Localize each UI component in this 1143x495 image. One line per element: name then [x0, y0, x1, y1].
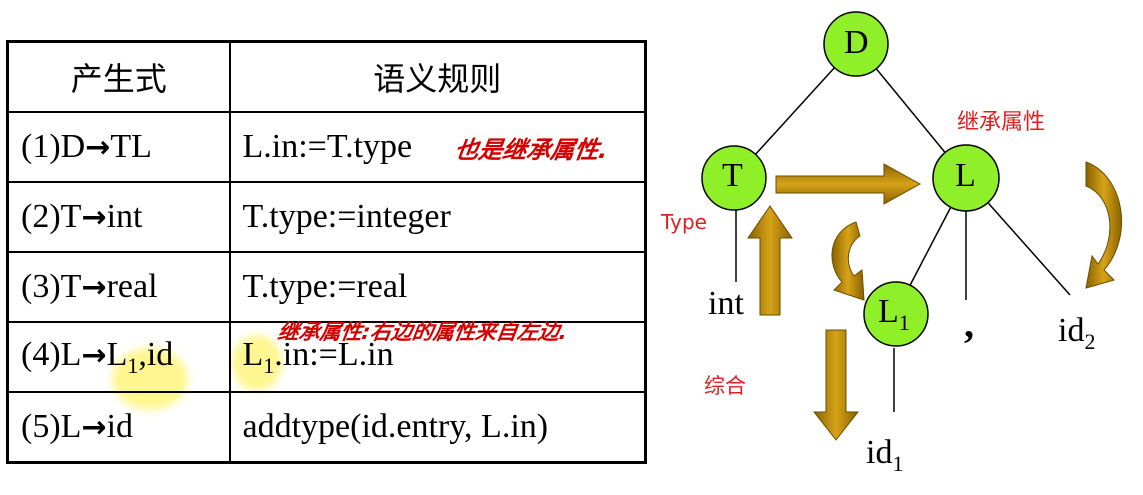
arrow-l-to-l1 — [831, 221, 865, 301]
leaf-int: int — [708, 285, 744, 322]
arrow-t-to-l — [775, 163, 922, 205]
leaf-id2: id2 — [1058, 312, 1096, 354]
leaf-comma: , — [964, 301, 974, 346]
node-l-label: L — [955, 157, 976, 194]
node-t-label: T — [722, 157, 743, 194]
label-synthesized: 综合 — [704, 374, 746, 398]
arrow-inherited-curve — [1085, 161, 1123, 289]
node-d-label: D — [844, 24, 869, 61]
annotated-parse-tree — [701, 11, 1123, 441]
node-l1-label: L1 — [878, 293, 910, 335]
leaf-id1: id1 — [866, 434, 904, 476]
arrow-int-to-t — [747, 205, 793, 316]
arrow-l1-to-id1 — [812, 329, 860, 441]
label-type: Type — [661, 210, 707, 234]
label-inherited-attribute: 继承属性 — [957, 110, 1046, 135]
